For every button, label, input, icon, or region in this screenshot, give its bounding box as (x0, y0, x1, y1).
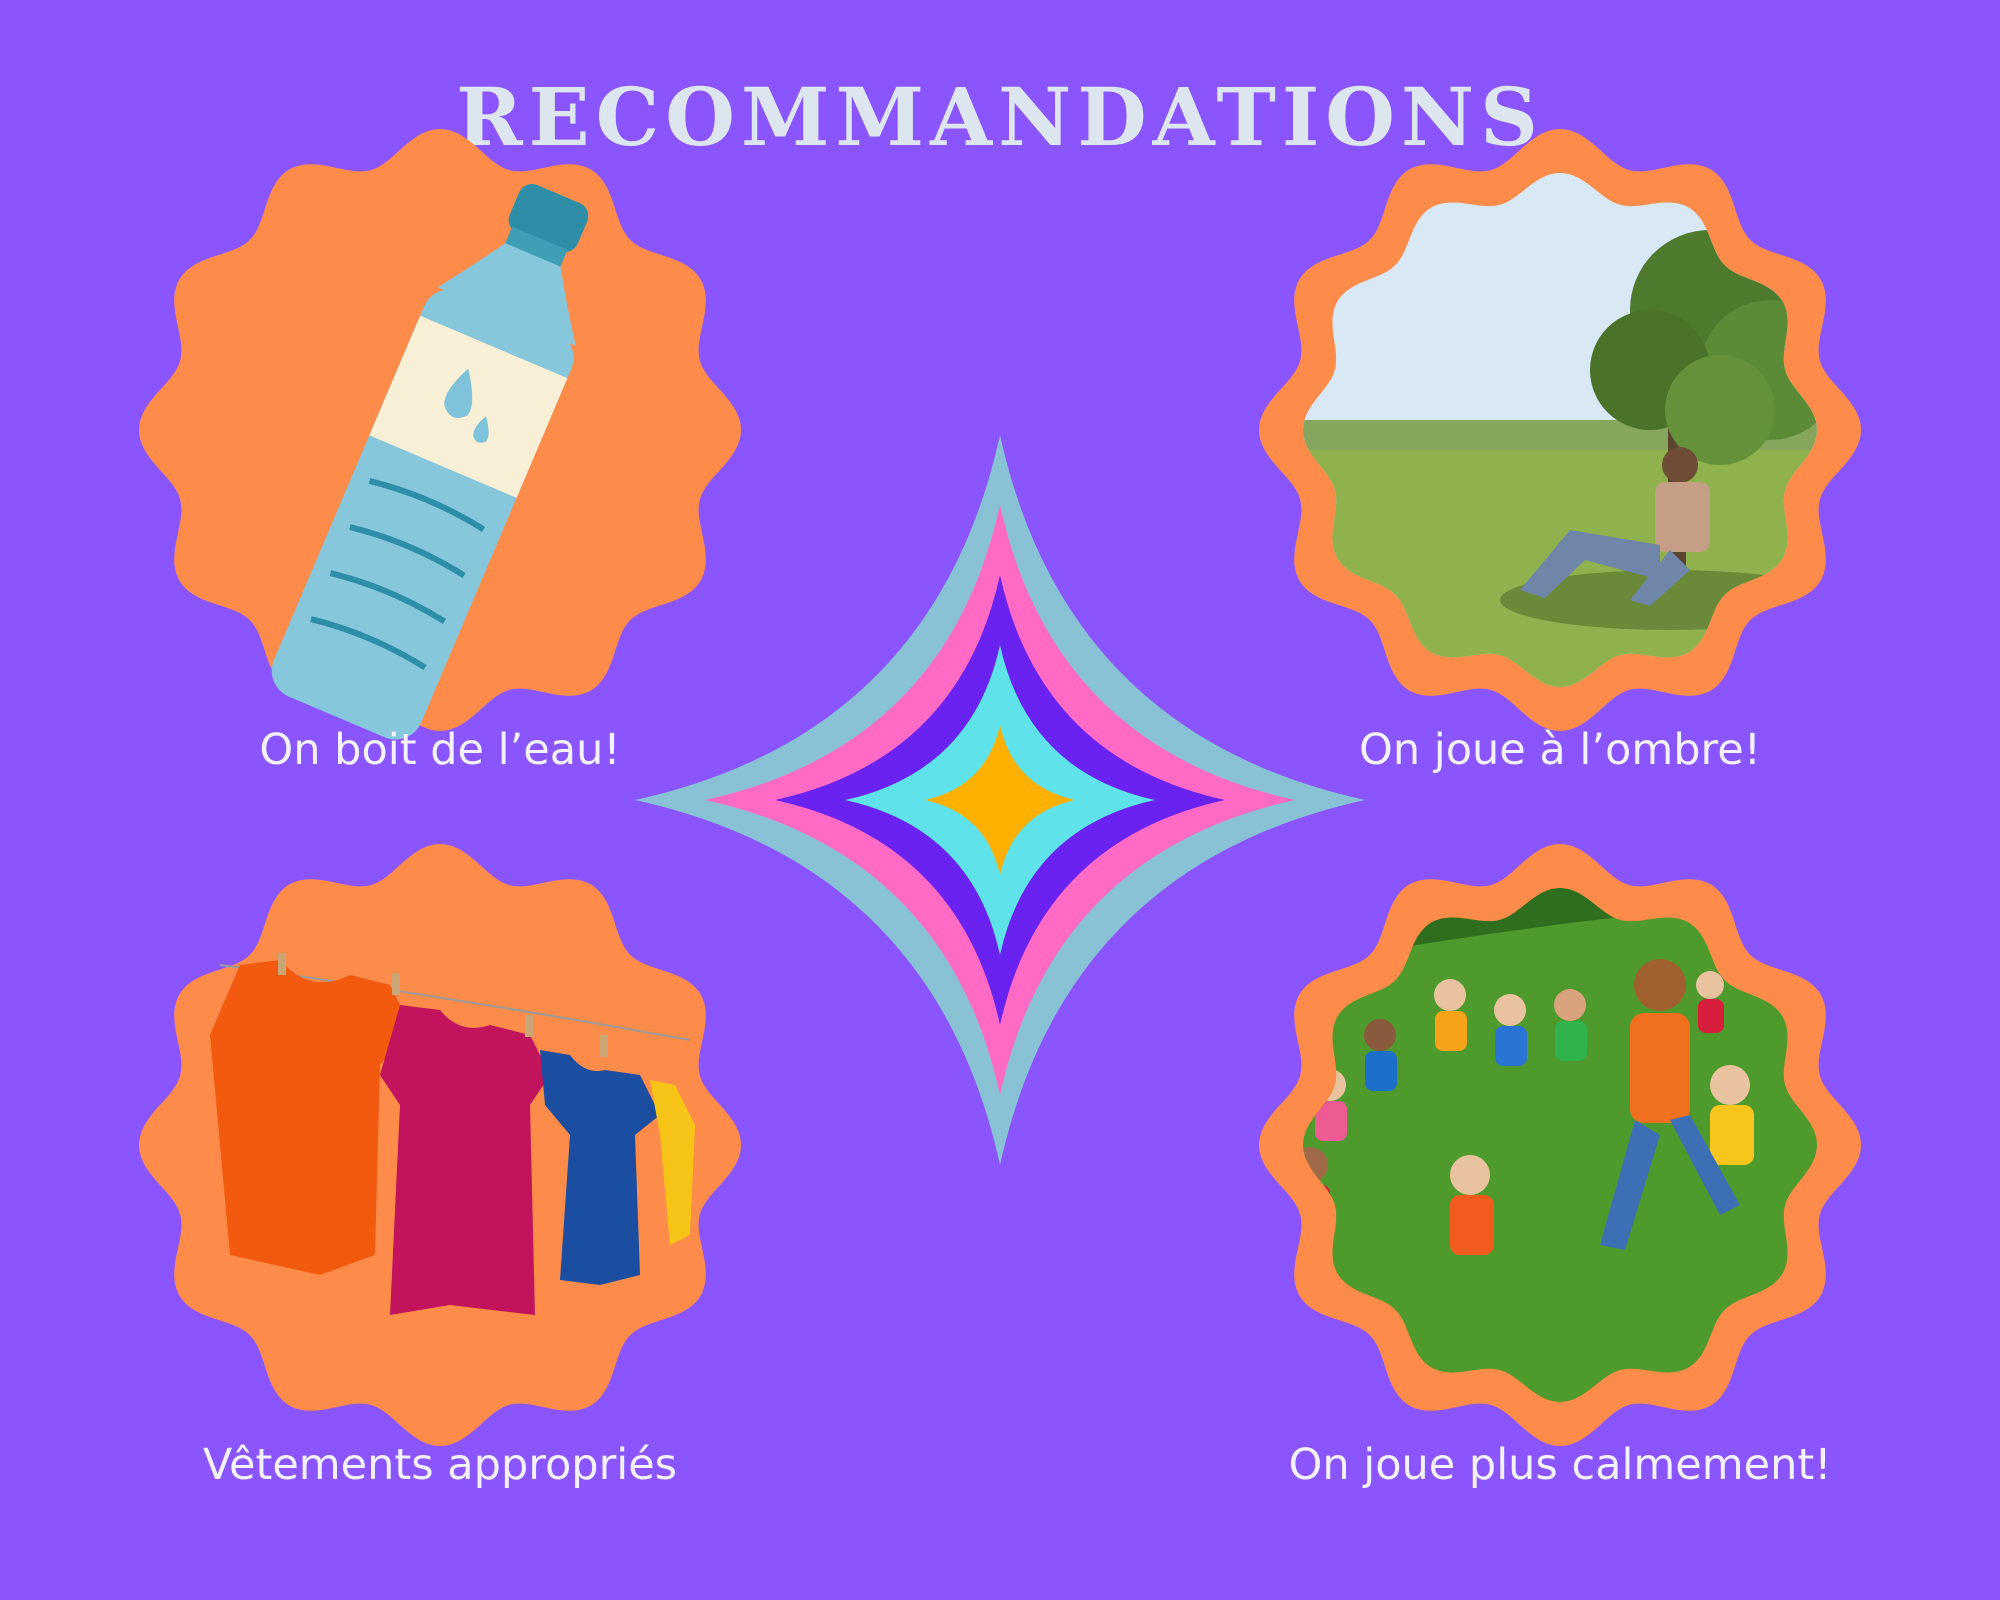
caption-clothes: Vêtements appropriés (202, 1440, 678, 1490)
caption-children: On joue plus calmement! (1288, 1440, 1832, 1490)
center-star-decoration (630, 430, 1370, 1170)
